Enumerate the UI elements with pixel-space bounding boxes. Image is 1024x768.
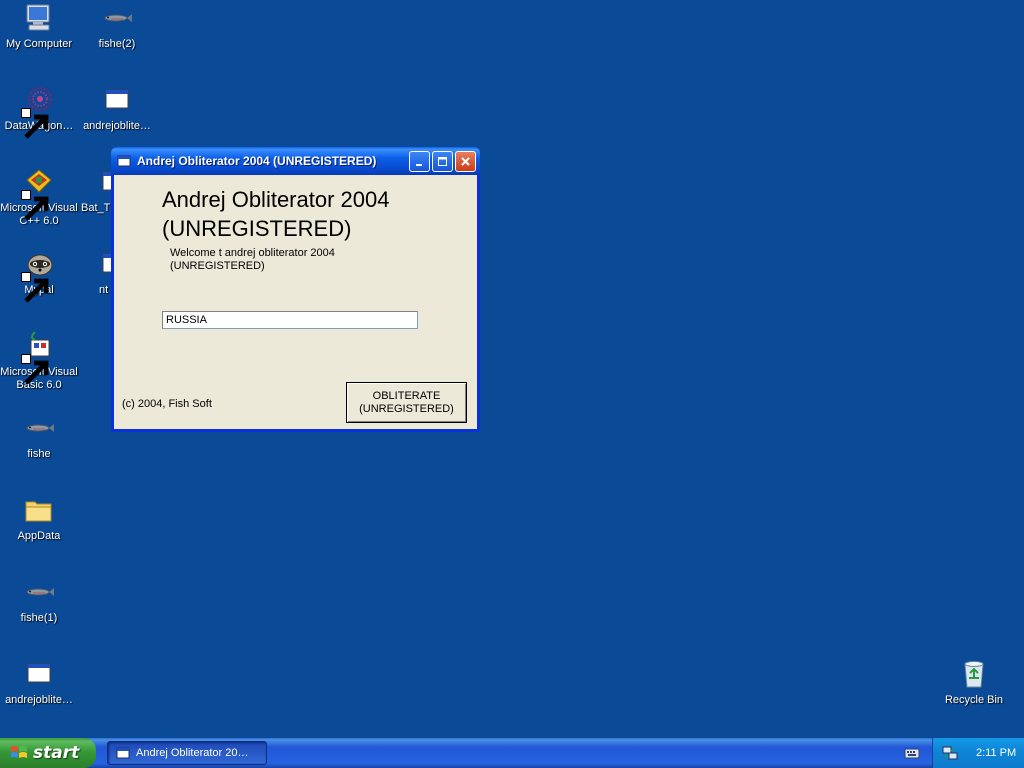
shortcut-arrow-icon [21, 354, 49, 385]
minimize-icon [416, 163, 422, 166]
keyboard-icon[interactable] [904, 746, 920, 760]
desktop-icon-recycle-bin[interactable]: Recycle Bin [935, 658, 1013, 707]
desktop-icon-mypal[interactable]: Mypal [0, 248, 78, 303]
window-title: Andrej Obliterator 2004 (UNREGISTERED) [137, 154, 377, 168]
desktop-icon-label: My Computer [5, 38, 73, 50]
network-icon[interactable] [942, 745, 958, 761]
fish-icon [101, 2, 133, 34]
taskbar-clock[interactable]: 2:11 PM [976, 747, 1016, 759]
maximize-icon [438, 156, 447, 166]
taskbar-item-label: Andrej Obliterator 20… [136, 747, 249, 759]
desktop-icon-andrejoblite-1[interactable]: andrejoblite… [78, 84, 156, 133]
desktop-icon-visual-cpp[interactable]: Microsoft Visual C++ 6.0 [0, 166, 78, 228]
welcome-label: Welcome t andrej obliterator 2004 (UNREG… [170, 247, 335, 272]
windows-logo-icon [10, 744, 28, 762]
copyright-label: (c) 2004, Fish Soft [122, 398, 212, 410]
shortcut-arrow-icon [21, 108, 49, 139]
application-icon [116, 746, 130, 760]
system-tray: 2:11 PM [932, 738, 1024, 768]
desktop-icon-fishe-2[interactable]: fishe(2) [78, 2, 156, 51]
visual-cpp-icon [21, 166, 55, 221]
desktop-icon-visual-basic[interactable]: Microsoft Visual Basic 6.0 [0, 330, 78, 392]
taskbar-item-andrej-obliterator[interactable]: Andrej Obliterator 20… [107, 741, 267, 765]
desktop-icon-fishe-1[interactable]: fishe(1) [0, 576, 78, 625]
desktop-icon-andrejoblite-2[interactable]: andrejoblite… [0, 658, 78, 707]
start-label: start [33, 743, 80, 763]
visual-basic-icon [21, 330, 55, 385]
fish-icon [23, 576, 55, 608]
desktop-icon-appdata[interactable]: AppData [0, 494, 78, 543]
shortcut-arrow-icon [21, 190, 49, 221]
maximize-button[interactable] [432, 150, 453, 172]
taskbar: start Andrej Obliterator 20… 2:11 PM [0, 738, 1024, 768]
country-text-input[interactable] [162, 311, 418, 329]
close-icon [461, 156, 470, 166]
desktop-icon-label: AppData [17, 530, 61, 542]
recycle-bin-icon [958, 658, 990, 690]
shortcut-arrow-icon [21, 272, 49, 303]
desktop-icon-label: Recycle Bin [944, 694, 1004, 706]
application-icon [101, 84, 133, 116]
my-computer-icon [23, 2, 55, 34]
datawagon-icon [21, 84, 55, 139]
desktop-icon-label: fishe(2) [98, 38, 136, 50]
desktop-icon-datawagon[interactable]: DataWagon… [0, 84, 78, 139]
application-icon [23, 658, 55, 690]
desktop: { "desktop": { "icons": [ {"label": "My … [0, 0, 1024, 768]
close-button[interactable] [455, 150, 476, 172]
folder-icon [23, 494, 55, 526]
window-app-icon[interactable] [117, 154, 131, 168]
desktop-icon-label: andrejoblite… [83, 120, 151, 132]
app-window: Andrej Obliterator 2004 (UNREGISTERED) A… [111, 147, 480, 432]
window-titlebar[interactable]: Andrej Obliterator 2004 (UNREGISTERED) [111, 147, 480, 175]
minimize-button[interactable] [409, 150, 430, 172]
window-client-area: Andrej Obliterator 2004 (UNREGISTERED) W… [114, 175, 477, 429]
fish-icon [23, 412, 55, 444]
desktop-icon-label: andrejoblite… [5, 694, 73, 706]
desktop-icon-label: fishe [27, 448, 51, 460]
desktop-icon-my-computer[interactable]: My Computer [0, 2, 78, 51]
obliterate-button[interactable]: OBLITERATE (UNREGISTERED) [346, 382, 467, 423]
desktop-icon-fishe[interactable]: fishe [0, 412, 78, 461]
app-heading: Andrej Obliterator 2004 (UNREGISTERED) [162, 187, 390, 241]
desktop-icon-label: fishe(1) [20, 612, 58, 624]
start-button[interactable]: start [0, 738, 96, 768]
mypal-raccoon-icon [21, 248, 55, 303]
